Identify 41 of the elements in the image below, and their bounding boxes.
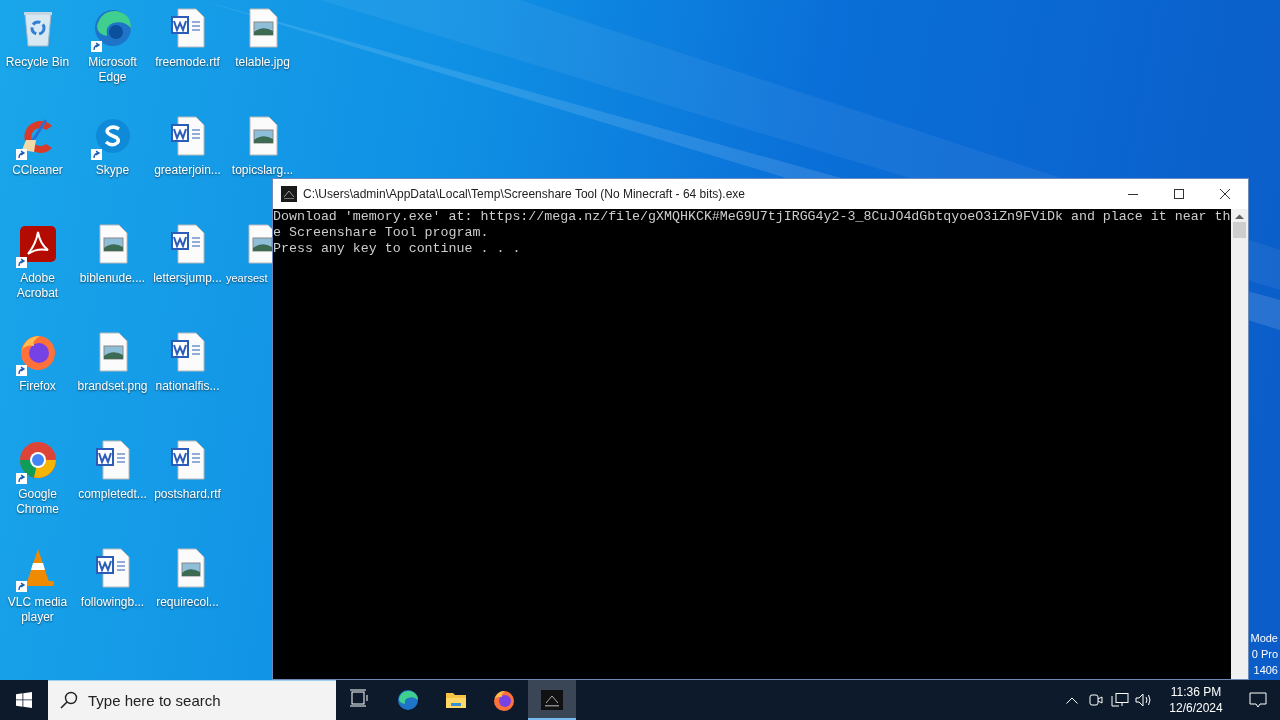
desktop-icon[interactable]: Skype	[75, 110, 150, 178]
browser-icon	[492, 688, 516, 712]
os-watermark-text: Mode	[1249, 631, 1278, 646]
console-app-icon	[281, 186, 297, 202]
search-icon	[60, 691, 78, 709]
desktop-icon[interactable]: Recycle Bin	[0, 2, 75, 70]
maximize-icon	[1174, 189, 1184, 199]
desktop-icon[interactable]: lettersjump...	[150, 218, 225, 286]
desktop-icon[interactable]: freemode.rtf	[150, 2, 225, 70]
desktop-icon[interactable]: Microsoft Edge	[75, 2, 150, 85]
browser-icon	[396, 688, 420, 712]
desktop-icon[interactable]: telable.jpg	[225, 2, 300, 70]
desktop-icon[interactable]: greaterjoin...	[150, 110, 225, 178]
desktop-icon[interactable]: nationalfis...	[150, 326, 225, 394]
desktop-icon[interactable]: VLC media player	[0, 542, 75, 625]
console-line: e Screenshare Tool program.	[273, 225, 489, 241]
desktop-icon[interactable]: requirecol...	[150, 542, 225, 610]
scroll-thumb[interactable]	[1233, 222, 1246, 238]
clock[interactable]: 11:36 PM 12/6/2024	[1156, 684, 1236, 716]
desktop-icon[interactable]: topicslarg...	[225, 110, 300, 178]
console-line: Download 'memory.exe' at: https://mega.nz/file/gXMQHKCK#MeG9U7tjIRGG4y2-3_8CuJO4dGbtqyoeO3iZn9FViDk and place it near th	[273, 209, 1231, 225]
os-watermark-text: 1406	[1252, 663, 1278, 678]
desktop-icon[interactable]: biblenude....	[75, 218, 150, 286]
desktop-icon[interactable]: brandset.png	[75, 326, 150, 394]
desktop-icon[interactable]: Google Chrome	[0, 434, 75, 517]
close-icon	[1220, 189, 1230, 199]
desktop-icon[interactable]: Firefox	[0, 326, 75, 394]
windows-logo-icon	[16, 692, 32, 708]
desktop-icon[interactable]: Adobe Acrobat	[0, 218, 75, 301]
scrollbar[interactable]	[1231, 209, 1248, 679]
taskbar-button[interactable]	[528, 680, 576, 720]
window-title: C:\Users\admin\AppData\Local\Temp\Screenshare Tool (No Minecraft - 64 bits).exe	[302, 186, 746, 203]
desktop-icon[interactable]: completedt...	[75, 434, 150, 502]
desktop-icon[interactable]: followingb...	[75, 542, 150, 610]
os-watermark-text: 0 Pro	[1250, 647, 1278, 662]
scroll-up-icon[interactable]	[1235, 214, 1244, 220]
console-app-icon	[540, 688, 564, 712]
console-line: Press any key to continue . . .	[273, 241, 521, 257]
desktop-icon[interactable]: CCleaner	[0, 110, 75, 178]
search-field[interactable]: Type here to search	[48, 680, 336, 720]
desktop-icon[interactable]: postshard.rtf	[150, 434, 225, 502]
